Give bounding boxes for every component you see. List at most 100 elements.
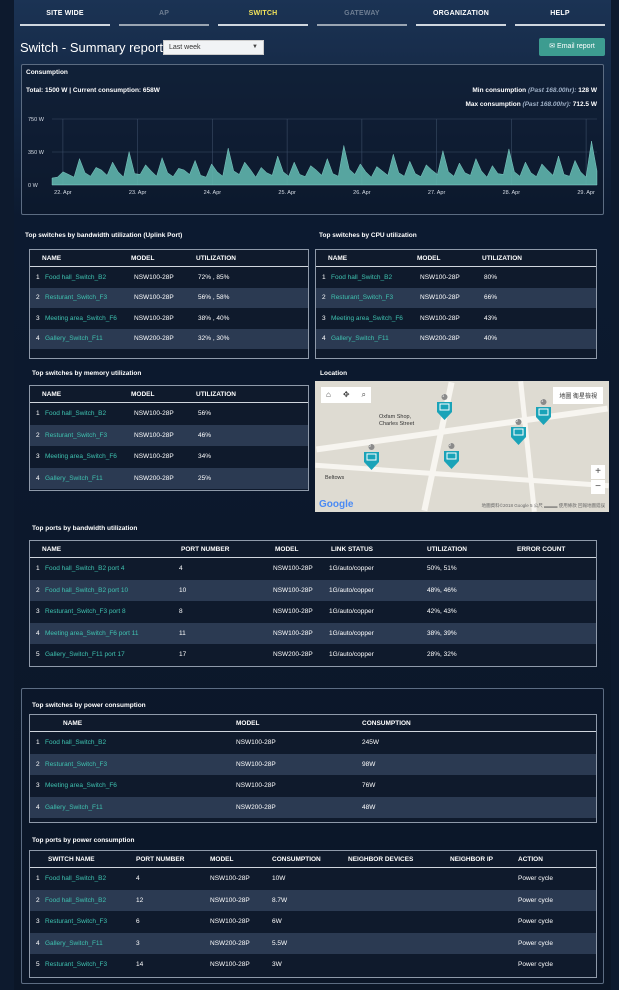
nav-organization[interactable]: ORGANIZATION bbox=[416, 6, 506, 26]
model-cell: NSW100-28P bbox=[420, 273, 460, 281]
zoom-out-button[interactable]: − bbox=[591, 480, 605, 494]
switch-name-link[interactable]: Gallery_Switch_F11 bbox=[42, 804, 230, 811]
switch-name-link[interactable]: Meeting area_Switch_F6 bbox=[42, 315, 130, 322]
nav-ap[interactable]: AP bbox=[119, 6, 209, 26]
link-status-cell: 1G/auto/copper bbox=[329, 651, 374, 659]
map-pin-icon[interactable]: 1 bbox=[535, 398, 552, 425]
table-row: 3 Meeting area_Switch_F6 NSW100-28P 76W bbox=[30, 775, 596, 797]
y-tick-label: 750 W bbox=[28, 117, 45, 123]
model-cell: NSW200-28P bbox=[236, 803, 276, 811]
table-row: 1 Food hall_Switch_B2 NSW100-28P 72% , 85% bbox=[30, 267, 308, 288]
switch-name-link[interactable]: Resturant_Switch_F3 bbox=[42, 761, 230, 768]
model-cell: NSW200-28P bbox=[210, 939, 250, 947]
model-cell: NSW100-28P bbox=[236, 760, 276, 768]
row-number: 3 bbox=[322, 314, 326, 322]
switch-name-link[interactable]: Resturant_Switch_F3 bbox=[42, 432, 130, 439]
y-tick-label: 0 W bbox=[28, 183, 39, 189]
map-attribution: 地圖資料©2018 Google 5 公尺 ▂▂▂ 使用條款 回報地圖錯誤 bbox=[481, 503, 605, 508]
switch-name-link[interactable]: Food hall_Switch_B2 bbox=[42, 410, 130, 417]
nav-site-wide[interactable]: SITE WIDE bbox=[20, 6, 110, 26]
utilization-cell: 32% , 30% bbox=[198, 335, 230, 343]
utilization-cell: 66% bbox=[484, 294, 498, 302]
switch-name-link[interactable]: Food hall_Switch_B2 bbox=[328, 274, 416, 281]
email-report-button[interactable]: ✉ Email report bbox=[539, 38, 605, 56]
consumption-cell: 245W bbox=[362, 739, 379, 747]
model-cell: NSW100-28P bbox=[420, 314, 460, 322]
port-name-link[interactable]: Meeting area_Switch_F6 port 11 bbox=[42, 630, 173, 637]
table-row: 3 Meeting area_Switch_F6 NSW100-28P 38% , 4… bbox=[30, 308, 308, 329]
map-pin-icon[interactable]: 2 bbox=[363, 443, 380, 470]
row-number: 4 bbox=[36, 474, 40, 482]
model-cell: NSW100-28P bbox=[134, 453, 174, 461]
nav-gateway[interactable]: GATEWAY bbox=[317, 6, 407, 26]
port-name-link[interactable]: Food hall_Switch_B2 port 10 bbox=[42, 587, 173, 594]
switch-name-link[interactable]: Food hall_Switch_B2 bbox=[42, 875, 130, 882]
col-name: NAME bbox=[42, 254, 62, 262]
consumption-cell: 10W bbox=[272, 875, 286, 883]
zoom-in-button[interactable]: + bbox=[591, 465, 605, 479]
table-row: 4 Gallery_Switch_F11 NSW200-28P 40% bbox=[316, 328, 596, 349]
col-model: MODEL bbox=[417, 254, 441, 262]
memory-title: Top switches by memory utilization bbox=[32, 370, 142, 377]
switch-name-link[interactable]: Food hall_Switch_B2 bbox=[42, 274, 130, 281]
switch-name-link[interactable]: Gallery_Switch_F11 bbox=[328, 335, 416, 342]
nav-help[interactable]: HELP bbox=[515, 6, 605, 26]
row-number: 2 bbox=[36, 294, 40, 302]
max-consumption: Max consumption (Past 168.00hr): 712.5 W bbox=[465, 101, 597, 108]
col-name: NAME bbox=[328, 254, 348, 262]
table-row: 2 Resturant_Switch_F3 NSW100-28P 66% bbox=[316, 287, 596, 308]
port-name-link[interactable]: Food hall_Switch_B2 port 4 bbox=[42, 565, 173, 572]
model-cell: NSW100-28P bbox=[273, 565, 313, 573]
utilization-cell: 38% , 40% bbox=[198, 314, 230, 322]
email-report-label: Email report bbox=[557, 43, 595, 50]
model-cell: NSW100-28P bbox=[210, 918, 250, 926]
switch-name-link[interactable]: Gallery_Switch_F11 bbox=[42, 475, 130, 482]
map-pin-icon[interactable]: 2 bbox=[443, 442, 460, 469]
map-place-label: Beltows bbox=[325, 475, 345, 481]
switch-name-link[interactable]: Meeting area_Switch_F6 bbox=[42, 782, 230, 789]
page-title: Switch - Summary report bbox=[20, 40, 164, 55]
switch-name-link[interactable]: Meeting area_Switch_F6 bbox=[42, 453, 130, 460]
x-tick-label: 26. Apr bbox=[353, 190, 371, 196]
model-cell: NSW100-28P bbox=[134, 273, 174, 281]
nav-switch[interactable]: SWITCH bbox=[218, 6, 308, 26]
min-consumption: Min consumption (Past 168.00hr): 128 W bbox=[472, 87, 597, 94]
port-name-link[interactable]: Resturant_Switch_F3 port 8 bbox=[42, 608, 173, 615]
table-row: 2 Food hall_Switch_B2 12 NSW100-28P 8.7W Powe… bbox=[30, 889, 596, 911]
table-row: 1 Food hall_Switch_B2 NSW100-28P 245W bbox=[30, 732, 596, 754]
map-pin-icon[interactable]: 2 bbox=[510, 418, 527, 445]
switch-name-link[interactable]: Resturant_Switch_F3 bbox=[42, 918, 130, 925]
utilization-cell: 34% bbox=[198, 453, 212, 461]
col-name: NAME bbox=[42, 390, 62, 398]
table-row: 1 Food hall_Switch_B2 NSW100-28P 56% bbox=[30, 403, 308, 425]
model-cell: NSW100-28P bbox=[236, 782, 276, 790]
period-select[interactable]: Last week ▼ bbox=[163, 40, 264, 55]
home-icon[interactable]: ⌂ bbox=[326, 390, 331, 400]
move-icon[interactable]: ✥ bbox=[343, 390, 350, 400]
col-neighbor-devices: NEIGHBOR DEVICES bbox=[348, 855, 414, 863]
model-cell: NSW100-28P bbox=[210, 875, 250, 883]
switch-name-link[interactable]: Resturant_Switch_F3 bbox=[42, 961, 130, 968]
power-ports-title: Top ports by power consumption bbox=[32, 837, 135, 844]
switch-name-link[interactable]: Food hall_Switch_B2 bbox=[42, 739, 230, 746]
switch-name-link[interactable]: Meeting area_Switch_F6 bbox=[328, 315, 416, 322]
port-cell: 4 bbox=[179, 565, 183, 573]
zoom-search-icon[interactable]: ⌕ bbox=[362, 390, 366, 400]
switch-name-link[interactable]: Food hall_Switch_B2 bbox=[42, 897, 130, 904]
power-switches-title: Top switches by power consumption bbox=[32, 702, 146, 709]
location-map[interactable]: ⌂ ✥ ⌕ 地圖 衛星檢視 Oxfam Shop, Charles Street… bbox=[315, 381, 609, 512]
switch-name-link[interactable]: Gallery_Switch_F11 bbox=[42, 335, 130, 342]
map-pin-icon[interactable]: 1 bbox=[436, 393, 453, 420]
x-tick-label: 29. Apr bbox=[577, 190, 595, 196]
map-type-toggle[interactable]: 地圖 衛星檢視 bbox=[553, 387, 603, 404]
table-row: 1 Food hall_Switch_B2 NSW100-28P 80% bbox=[316, 267, 596, 288]
switch-name-link[interactable]: Resturant_Switch_F3 bbox=[42, 294, 130, 301]
row-number: 3 bbox=[36, 918, 40, 926]
port-name-link[interactable]: Gallery_Switch_F11 port 17 bbox=[42, 651, 173, 658]
map-pin-count: 2 bbox=[449, 442, 452, 447]
row-number: 1 bbox=[36, 565, 40, 573]
switch-name-link[interactable]: Resturant_Switch_F3 bbox=[328, 294, 416, 301]
switch-name-link[interactable]: Gallery_Switch_F11 bbox=[42, 940, 130, 947]
port-cell: 17 bbox=[179, 651, 187, 659]
location-title: Location bbox=[320, 370, 348, 377]
